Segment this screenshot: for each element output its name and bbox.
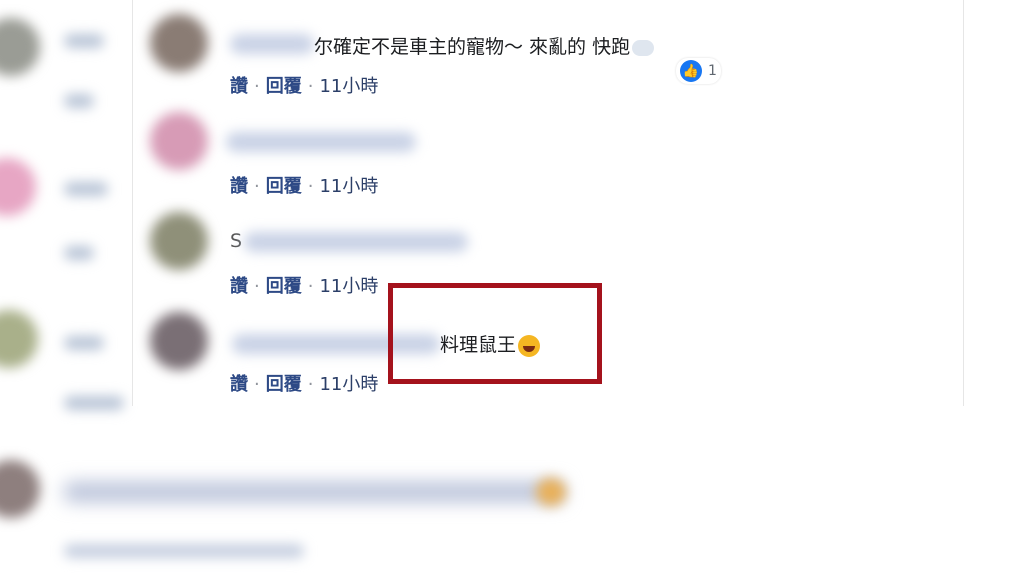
timestamp[interactable]: 11小時 (319, 276, 378, 297)
blurred-text (64, 34, 104, 48)
like-link[interactable]: 讚 (230, 374, 248, 395)
avatar (0, 158, 36, 216)
reply-link[interactable]: 回覆 (266, 374, 302, 395)
blurred-text (64, 182, 108, 196)
avatar (0, 18, 40, 76)
avatar (0, 310, 38, 368)
blurred-text (64, 396, 124, 410)
dash-puff-icon (632, 39, 655, 56)
reaction-badge[interactable]: 👍 1 (676, 58, 721, 84)
comment-actions: 讚 · 回覆 · 11小時 (230, 76, 379, 97)
comment-text: S (230, 230, 243, 252)
blurred-emoji (536, 478, 566, 506)
blurred-text (64, 246, 94, 260)
highlight-box (388, 283, 602, 384)
reaction-count: 1 (708, 63, 717, 79)
timestamp[interactable]: 11小時 (319, 374, 378, 395)
blurred-text (64, 94, 94, 108)
like-link[interactable]: 讚 (230, 176, 248, 197)
blurred-text (64, 544, 304, 558)
commenter-name-blurred (244, 232, 468, 252)
comment-text: 尔確定不是車主的寵物～ 來亂的 快跑 (314, 32, 655, 59)
commenter-name-blurred (230, 34, 314, 54)
avatar (150, 212, 208, 270)
comment-actions: 讚 · 回覆 · 11小時 (230, 176, 379, 197)
timestamp[interactable]: 11小時 (319, 176, 378, 197)
reply-link[interactable]: 回覆 (266, 76, 302, 97)
like-link[interactable]: 讚 (230, 276, 248, 297)
timestamp[interactable]: 11小時 (319, 76, 378, 97)
comment-actions: 讚 · 回覆 · 11小時 (230, 374, 379, 395)
avatar (150, 112, 208, 170)
commenter-name-blurred (226, 132, 416, 152)
thumbs-up-icon: 👍 (680, 60, 702, 82)
avatar (150, 14, 208, 72)
blurred-text (64, 482, 564, 502)
like-link[interactable]: 讚 (230, 76, 248, 97)
avatar (150, 312, 208, 370)
avatar (0, 460, 40, 518)
reply-link[interactable]: 回覆 (266, 176, 302, 197)
blurred-text (64, 336, 104, 350)
comment-actions: 讚 · 回覆 · 11小時 (230, 276, 379, 297)
reply-link[interactable]: 回覆 (266, 276, 302, 297)
